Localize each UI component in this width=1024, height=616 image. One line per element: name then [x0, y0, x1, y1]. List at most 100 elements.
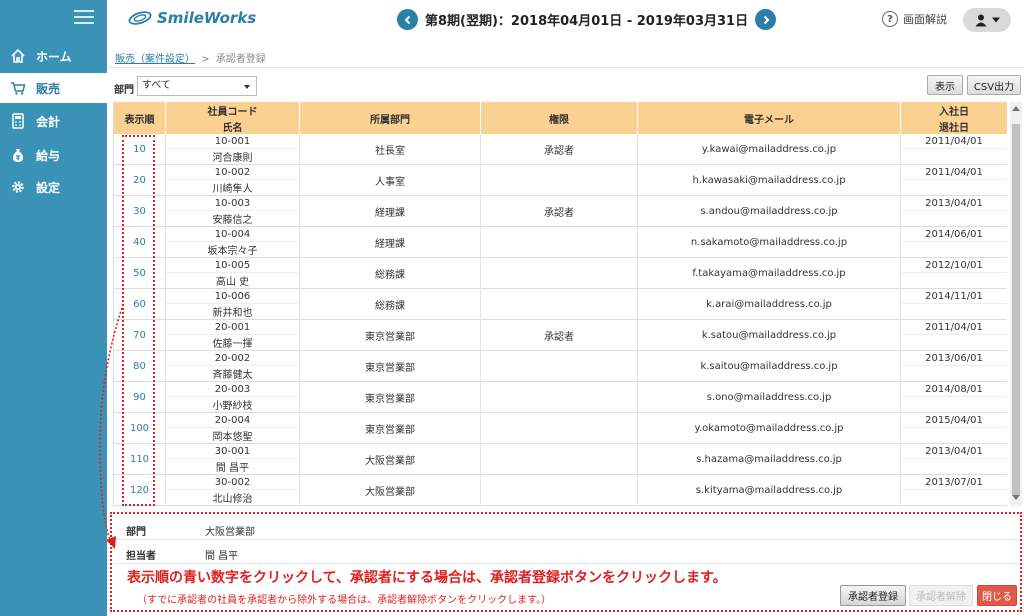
question-icon: ? — [882, 11, 898, 27]
email-cell: k.satou@mailaddress.co.jp — [638, 320, 901, 351]
table-row[interactable]: 90 20-003 小野紗枝 東京営業部 s.ono@mailaddress.co.jp… — [114, 382, 1007, 413]
table-row[interactable]: 60 10-006 新井和也 総務課 k.arai@mailaddress.co.jp 2… — [114, 289, 1007, 320]
sidebar-item-label: 設定 — [36, 180, 61, 195]
table-row[interactable]: 30 10-003 安藤信之 経理課 承認者 s.andou@mailaddress.co… — [114, 196, 1007, 227]
display-button[interactable]: 表示 — [927, 75, 963, 95]
code-name-cell: 20-002 斉藤健太 — [166, 351, 300, 382]
code-cell: 20-003 — [166, 382, 299, 397]
sidebar-item-label: 販売 — [36, 81, 61, 96]
code-cell: 20-001 — [166, 320, 299, 335]
header-join: 入社日 — [939, 106, 969, 118]
code-name-cell: 10-006 新井和也 — [166, 289, 300, 320]
role-cell — [481, 227, 638, 258]
breadcrumb-parent-link[interactable]: 販売（案件設定） — [115, 54, 195, 65]
sidebar: ホーム 販売 会計 ¥ 給与 設定 — [0, 0, 107, 616]
role-cell — [481, 165, 638, 196]
code-name-cell: 20-004 岡本悠聖 — [166, 413, 300, 444]
email-cell: k.saitou@mailaddress.co.jp — [638, 351, 901, 382]
email-cell: k.arai@mailaddress.co.jp — [638, 289, 901, 320]
dept-filter-label: 部門 — [114, 85, 134, 96]
cart-icon — [10, 80, 26, 96]
code-cell: 30-002 — [166, 475, 299, 490]
scroll-thumb[interactable] — [1012, 124, 1020, 496]
code-cell: 10-004 — [166, 227, 299, 242]
header-email: 電子メール — [638, 102, 901, 134]
user-menu-button[interactable] — [963, 8, 1011, 32]
hamburger-menu-icon[interactable] — [74, 10, 94, 26]
dept-filter-value: すべて — [142, 80, 171, 91]
table-row[interactable]: 110 30-001 間 昌平 大阪営業部 s.hazama@mailaddress.c… — [114, 444, 1007, 475]
name-cell: 間 昌平 — [215, 463, 250, 474]
header-leave: 退社日 — [939, 122, 969, 134]
dates-cell: 2014/08/01 — [901, 382, 1007, 413]
code-cell: 10-006 — [166, 289, 299, 304]
table-row[interactable]: 10 10-001 河合康則 社長室 承認者 y.kawai@mailaddress.co… — [114, 134, 1007, 165]
name-cell: 斉藤健太 — [212, 370, 253, 381]
table-row[interactable]: 40 10-004 坂本宗々子 経理課 n.sakamoto@mailaddress.c… — [114, 227, 1007, 258]
period-label: 第8期(翌期)：2018年04月01日 - 2019年03月31日 — [425, 14, 749, 29]
csv-export-button[interactable]: CSV出力 — [967, 75, 1021, 95]
email-cell: y.kawai@mailaddress.co.jp — [638, 134, 901, 165]
table-row[interactable]: 20 10-002 川崎隼人 人事室 h.kawasaki@mailaddress.co… — [114, 165, 1007, 196]
next-period-button[interactable] — [755, 9, 777, 30]
money-bag-icon: ¥ — [10, 147, 26, 163]
role-cell — [481, 413, 638, 444]
dept-cell: 人事室 — [300, 165, 481, 196]
caret-down-icon — [244, 85, 250, 89]
help-link[interactable]: ? 画面解説 — [882, 11, 947, 27]
code-cell: 30-001 — [166, 444, 299, 459]
code-name-cell: 20-003 小野紗枝 — [166, 382, 300, 413]
role-cell — [481, 382, 638, 413]
dates-cell: 2012/10/01 — [901, 258, 1007, 289]
sidebar-item-accounting[interactable]: 会計 — [0, 106, 107, 136]
name-cell: 河合康則 — [212, 153, 253, 164]
logo: SmileWorks — [127, 9, 256, 27]
header-order: 表示順 — [114, 102, 166, 134]
callout-arrow-icon — [99, 307, 123, 549]
dept-filter-select[interactable]: すべて — [137, 76, 257, 96]
table-scrollbar[interactable] — [1010, 102, 1022, 506]
code-name-cell: 10-005 高山 史 — [166, 258, 300, 289]
join-cell: 2013/04/01 — [901, 444, 1007, 459]
name-cell: 坂本宗々子 — [207, 246, 258, 257]
sidebar-item-sales[interactable]: 販売 — [0, 73, 107, 103]
sidebar-item-home[interactable]: ホーム — [0, 41, 107, 71]
table-row[interactable]: 80 20-002 斉藤健太 東京営業部 k.saitou@mailaddress.co… — [114, 351, 1007, 382]
dates-cell: 2013/04/01 — [901, 196, 1007, 227]
leave-cell — [901, 211, 1007, 226]
home-icon — [10, 48, 26, 64]
name-cell: 川崎隼人 — [212, 184, 253, 195]
table-row[interactable]: 120 30-002 北山修治 大阪営業部 s.kityama@mailaddress.… — [114, 475, 1007, 506]
dates-cell: 2011/04/01 — [901, 165, 1007, 196]
sidebar-item-settings[interactable]: 設定 — [0, 172, 107, 202]
code-name-cell: 20-001 佐藤一揮 — [166, 320, 300, 351]
table-row[interactable]: 70 20-001 佐藤一揮 東京営業部 承認者 k.satou@mailaddress.… — [114, 320, 1007, 351]
leave-cell — [901, 149, 1007, 164]
join-cell: 2013/06/01 — [901, 351, 1007, 366]
leave-cell — [901, 366, 1007, 381]
dept-cell: 経理課 — [300, 227, 481, 258]
header: SmileWorks 第8期(翌期)：2018年04月01日 - 2019年03… — [107, 0, 1024, 40]
dept-cell: 東京営業部 — [300, 413, 481, 444]
table-header: 表示順 社員コード 氏名 所属部門 権限 電子メール 入社日 退社日 — [114, 102, 1007, 134]
table-row[interactable]: 50 10-005 高山 史総務課 f.takayama@mailaddress.co… — [114, 258, 1007, 289]
scroll-up-icon[interactable] — [1012, 106, 1020, 111]
header-join-leave: 入社日 退社日 — [901, 102, 1007, 134]
code-cell: 10-001 — [166, 134, 299, 149]
join-cell: 2014/11/01 — [901, 289, 1007, 304]
logo-text: SmileWorks — [157, 9, 257, 27]
email-cell: n.sakamoto@mailaddress.co.jp — [638, 227, 901, 258]
table-row[interactable]: 100 20-004 岡本悠聖 東京営業部 y.okamoto@mailaddress.… — [114, 413, 1007, 444]
dept-cell: 東京営業部 — [300, 351, 481, 382]
leave-cell — [901, 304, 1007, 319]
scroll-down-icon[interactable] — [1012, 495, 1020, 500]
role-cell — [481, 444, 638, 475]
sidebar-item-payroll[interactable]: ¥ 給与 — [0, 140, 107, 170]
user-icon — [975, 14, 986, 27]
leave-cell — [901, 335, 1007, 350]
prev-period-button[interactable] — [397, 9, 418, 30]
code-name-cell: 30-002 北山修治 — [166, 475, 300, 506]
join-cell: 2014/06/01 — [901, 227, 1007, 242]
smileworks-logo-icon — [128, 11, 152, 25]
email-cell: s.andou@mailaddress.co.jp — [638, 196, 901, 227]
